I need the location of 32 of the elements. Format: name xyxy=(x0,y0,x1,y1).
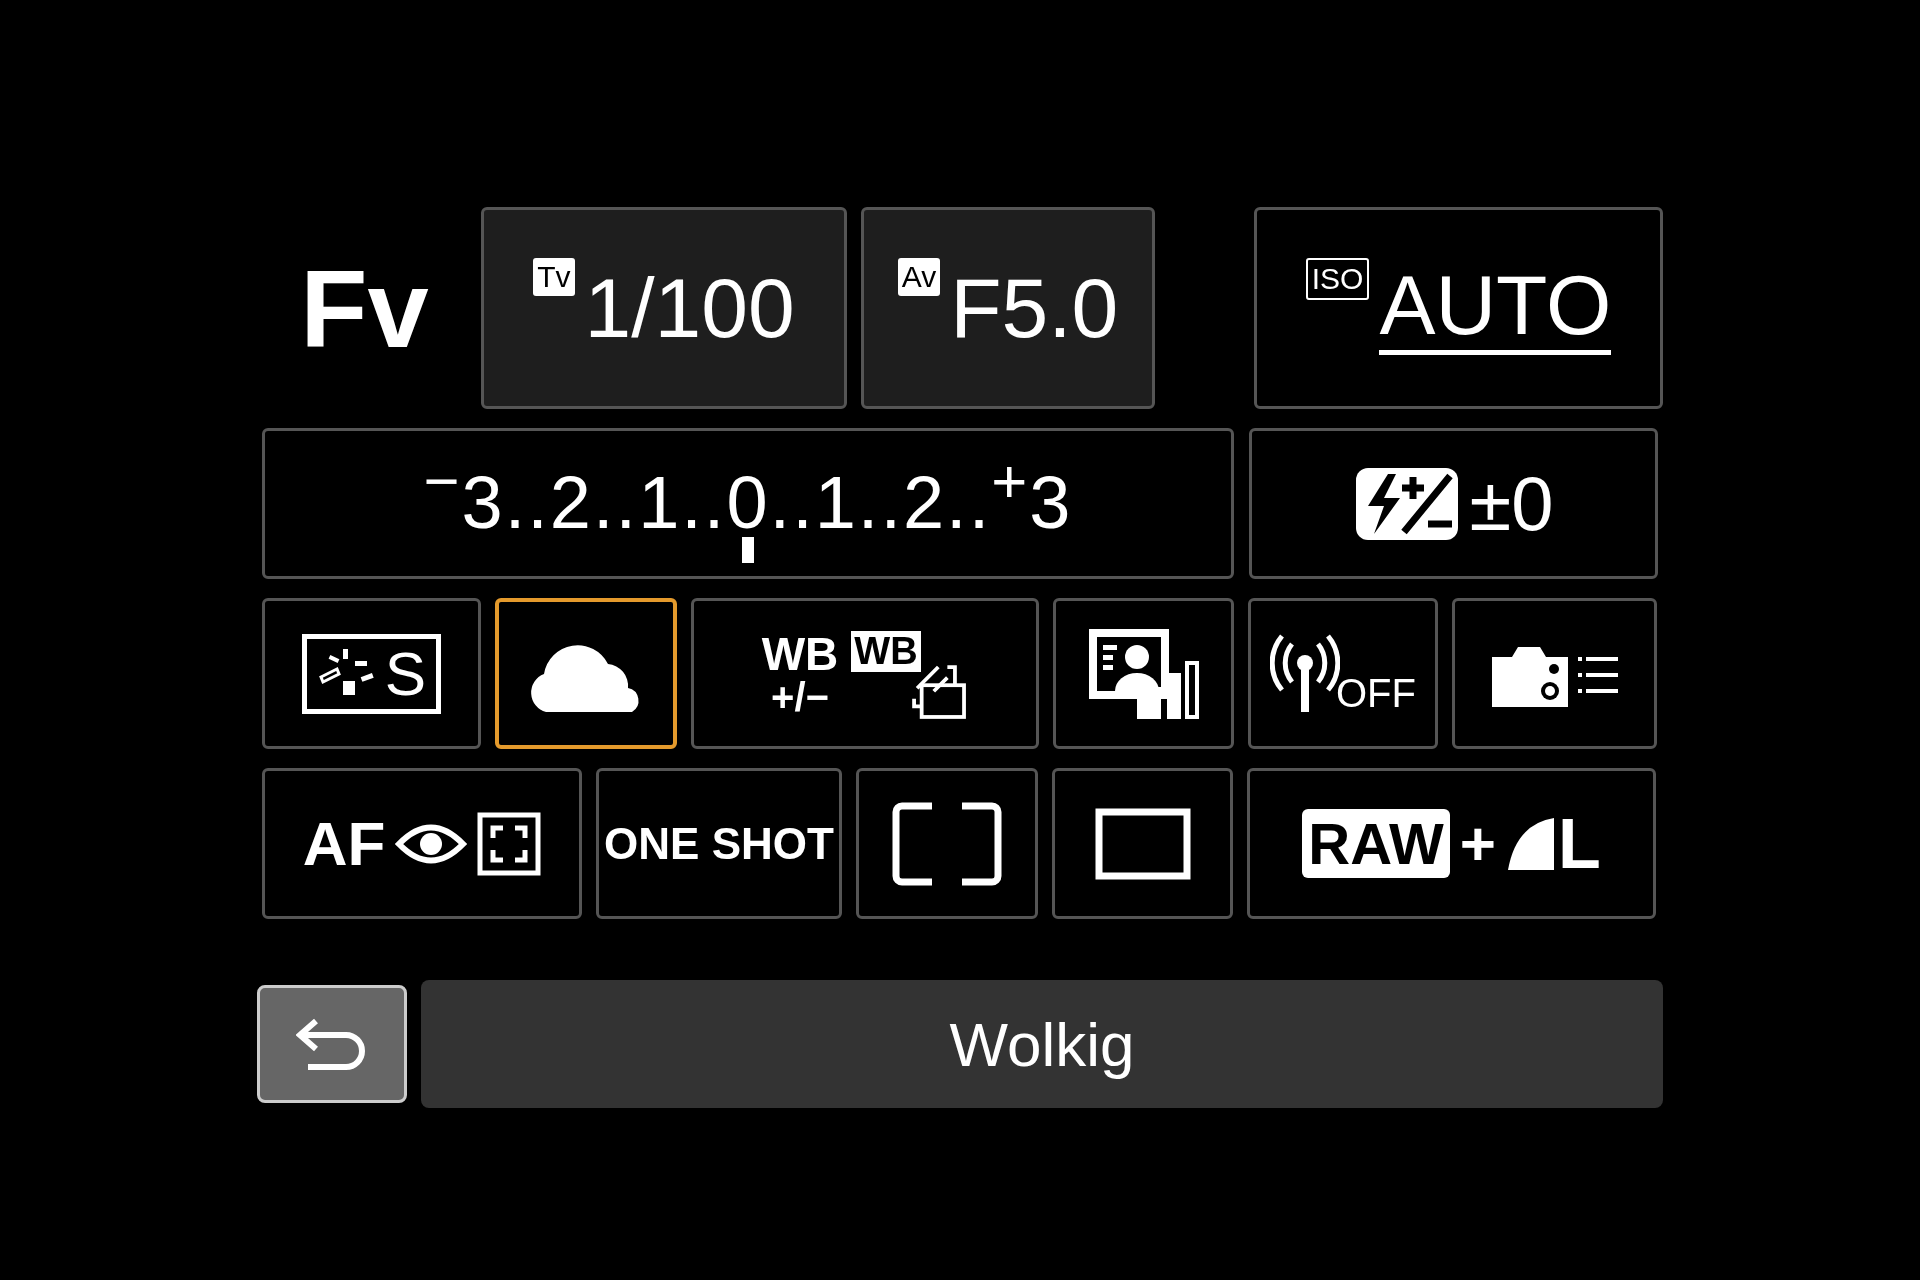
picture-style-setting[interactable]: S xyxy=(262,598,481,749)
shooting-mode: Fv xyxy=(299,245,430,372)
flash-compensation[interactable]: ±0 xyxy=(1249,428,1658,579)
wb-shift-setting[interactable]: WB +/− WB xyxy=(691,598,1039,749)
return-icon xyxy=(296,1017,368,1071)
af-method-setting[interactable]: AF xyxy=(262,768,582,919)
raw-badge: RAW xyxy=(1302,808,1450,879)
wb-label: WB xyxy=(761,630,839,677)
metering-frame-icon xyxy=(1094,807,1191,880)
exposure-scale: $^{−}$3..2..1..0..1..2..$^{+}$3 xyxy=(423,460,1073,544)
size-label: L xyxy=(1557,803,1601,884)
af-label: AF xyxy=(302,808,386,879)
metering-setting[interactable] xyxy=(1052,768,1233,919)
plus-sign: + xyxy=(1459,808,1496,879)
wb-shift-label: +/− xyxy=(771,676,829,717)
af-frame-icon xyxy=(477,811,542,876)
flash-compensation-icon xyxy=(1353,465,1460,542)
image-quality-setting[interactable]: RAW + L xyxy=(1247,768,1656,919)
fine-quality-icon xyxy=(1505,815,1556,872)
back-button[interactable] xyxy=(257,985,407,1103)
wireless-setting[interactable]: OFF xyxy=(1248,598,1438,749)
af-operation-label: ONE SHOT xyxy=(604,818,834,869)
exposure-meter[interactable]: $^{−}$3..2..1..0..1..2..$^{+}$3 xyxy=(262,428,1234,579)
style-label: S xyxy=(384,642,427,705)
camera-menu-setting[interactable] xyxy=(1452,598,1657,749)
af-operation-setting[interactable]: ONE SHOT xyxy=(596,768,842,919)
drive-mode-setting[interactable] xyxy=(856,768,1038,919)
wireless-off-label: OFF xyxy=(1336,671,1416,716)
single-frame-icon xyxy=(892,801,1002,886)
setting-caption: Wolkig xyxy=(421,980,1663,1108)
display-setting[interactable] xyxy=(1053,598,1234,749)
weather-preset-setting[interactable] xyxy=(495,598,677,749)
